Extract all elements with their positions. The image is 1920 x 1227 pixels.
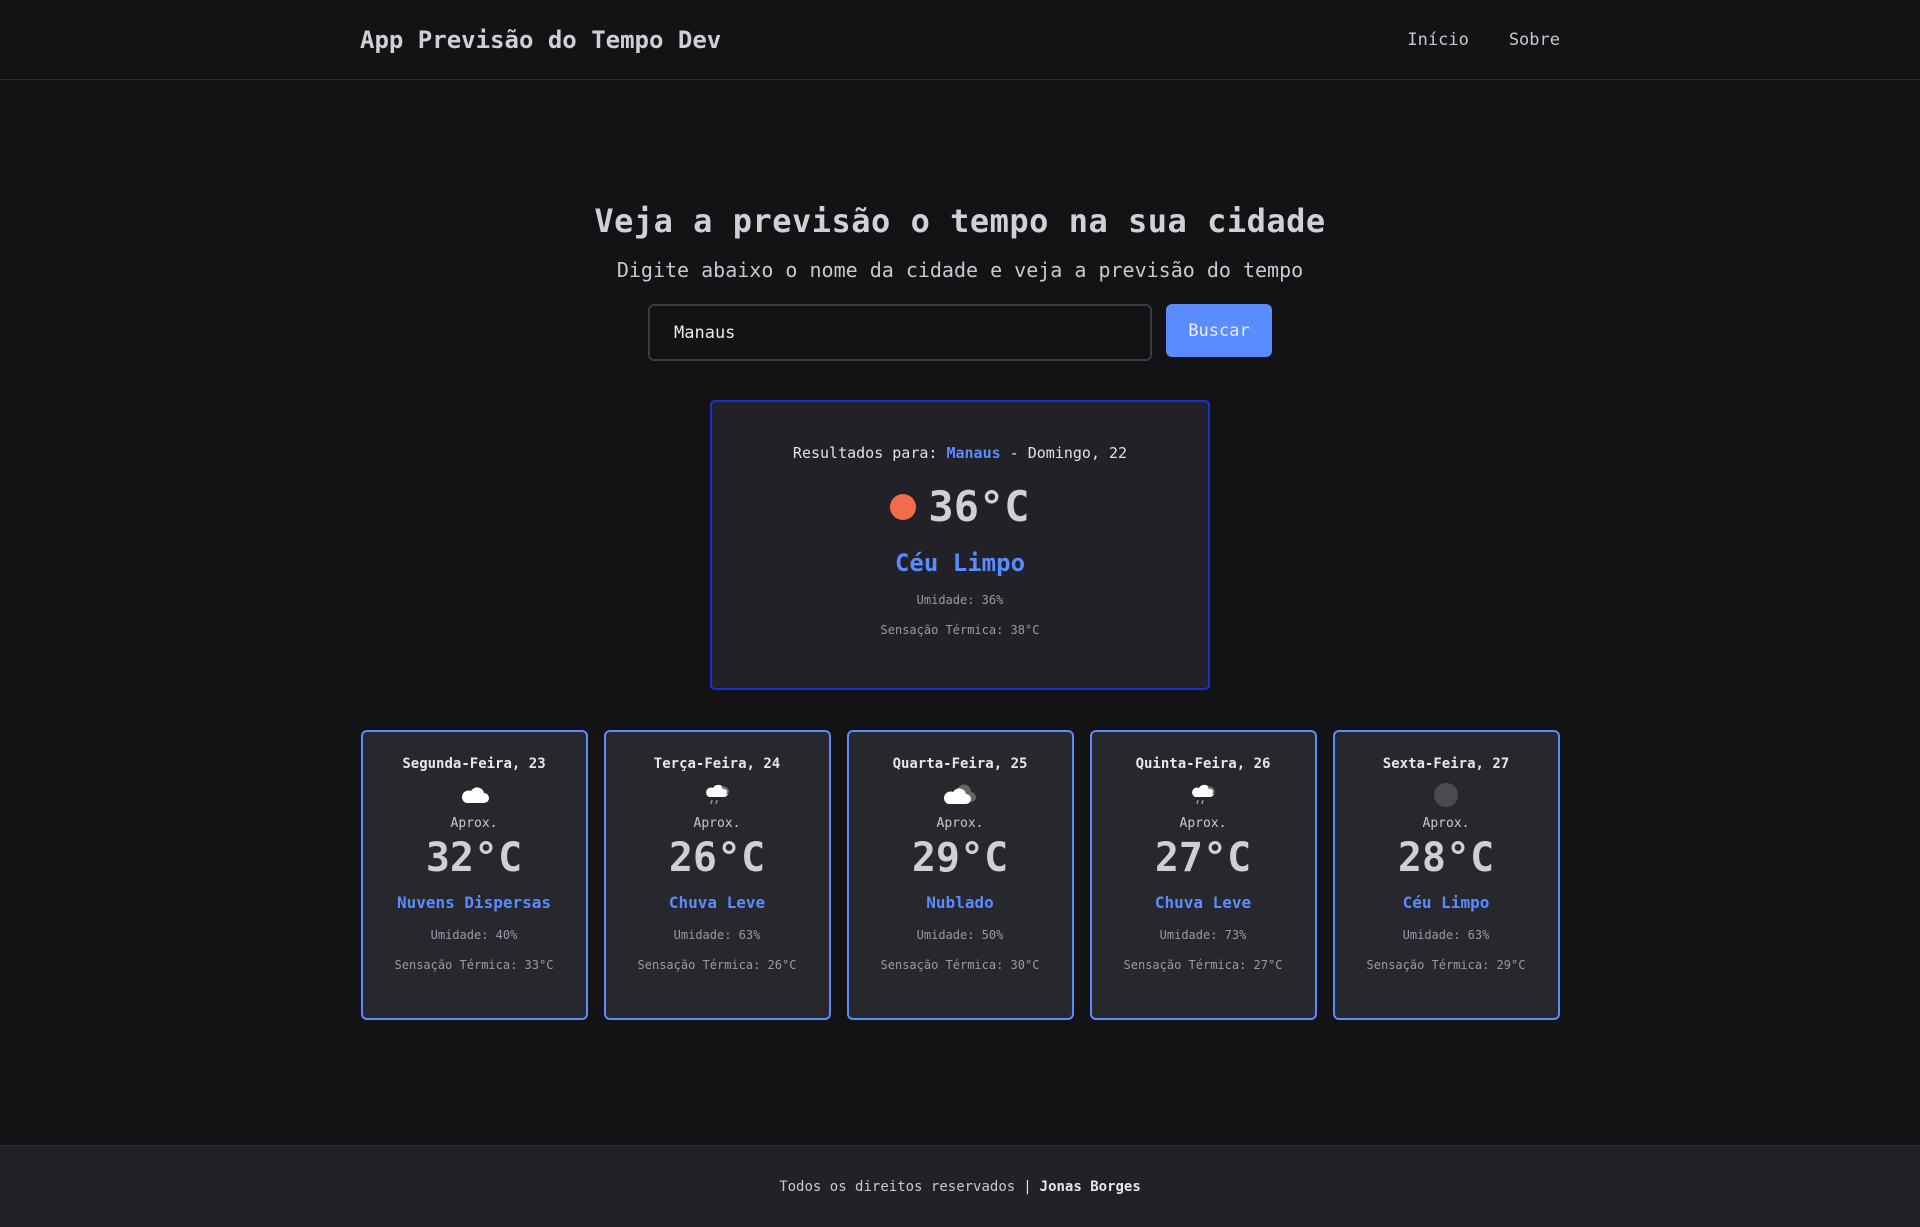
nav-link-sobre[interactable]: Sobre <box>1509 30 1560 50</box>
forecast-aprox-label: Aprox. <box>936 816 984 831</box>
forecast-condition: Chuva Leve <box>668 893 766 912</box>
forecast-humidity: Umidade: 50% <box>916 928 1004 942</box>
page-footer: Todos os direitos reservados | Jonas Bor… <box>0 1145 1920 1227</box>
main-nav: Início Sobre <box>1407 30 1560 50</box>
forecast-list: Segunda-Feira, 23 Aprox. 32°C Nuvens Dis… <box>360 730 1560 1020</box>
forecast-humidity: Umidade: 40% <box>430 928 518 942</box>
forecast-card: Quarta-Feira, 25 Aprox. 29°C Nublado Umi… <box>846 730 1074 1020</box>
current-weather-card: Resultados para: Manaus - Domingo, 22 36… <box>710 400 1210 690</box>
forecast-condition: Nuvens Dispersas <box>396 893 552 912</box>
forecast-day: Terça-Feira, 24 <box>653 756 781 772</box>
forecast-humidity: Umidade: 63% <box>673 928 761 942</box>
forecast-day: Quinta-Feira, 26 <box>1135 756 1271 772</box>
forecast-day: Quarta-Feira, 25 <box>892 756 1028 772</box>
forecast-card: Quinta-Feira, 26 Aprox. 27°C Chuva Leve … <box>1089 730 1317 1020</box>
forecast-day: Sexta-Feira, 27 <box>1382 756 1510 772</box>
page-title: Veja a previsão o tempo na sua cidade <box>594 202 1326 240</box>
forecast-aprox-label: Aprox. <box>1422 816 1470 831</box>
current-temp-row: 36°C <box>890 482 1030 531</box>
search-button[interactable]: Buscar <box>1166 304 1272 357</box>
page-subtitle: Digite abaixo o nome da cidade e veja a … <box>616 258 1304 282</box>
footer-copyright: Todos os direitos reservados <box>779 1178 1016 1195</box>
result-line: Resultados para: Manaus - Domingo, 22 <box>793 444 1127 462</box>
forecast-feels-like: Sensação Térmica: 30°C <box>880 958 1040 972</box>
forecast-card: Sexta-Feira, 27 Aprox. 28°C Céu Limpo Um… <box>1332 730 1560 1020</box>
forecast-aprox-label: Aprox. <box>1179 816 1227 831</box>
forecast-temp: 27°C <box>1154 835 1252 881</box>
overcast-cloud-icon <box>942 782 978 808</box>
sun-icon <box>890 493 917 520</box>
result-date: - Domingo, 22 <box>1009 444 1128 462</box>
current-feels-like: Sensação Térmica: 38°C <box>880 623 1040 637</box>
forecast-humidity: Umidade: 63% <box>1402 928 1490 942</box>
footer-author: Jonas Borges <box>1039 1178 1141 1195</box>
forecast-aprox-label: Aprox. <box>450 816 498 831</box>
rain-cloud-icon <box>1189 782 1217 808</box>
nav-link-inicio[interactable]: Início <box>1407 30 1468 50</box>
moon-icon <box>1434 783 1458 807</box>
current-humidity: Umidade: 36% <box>916 593 1004 607</box>
main-content: Veja a previsão o tempo na sua cidade Di… <box>0 80 1920 1020</box>
result-prefix: Resultados para: <box>792 444 938 462</box>
forecast-feels-like: Sensação Térmica: 33°C <box>394 958 554 972</box>
forecast-temp: 28°C <box>1397 835 1495 881</box>
forecast-feels-like: Sensação Térmica: 26°C <box>637 958 797 972</box>
forecast-day: Segunda-Feira, 23 <box>402 756 546 772</box>
forecast-condition: Céu Limpo <box>1402 893 1490 912</box>
forecast-condition: Nublado <box>926 893 994 912</box>
forecast-feels-like: Sensação Térmica: 29°C <box>1366 958 1526 972</box>
forecast-aprox-label: Aprox. <box>693 816 741 831</box>
forecast-card: Segunda-Feira, 23 Aprox. 32°C Nuvens Dis… <box>360 730 588 1020</box>
cloud-icon <box>458 782 490 808</box>
forecast-feels-like: Sensação Térmica: 27°C <box>1123 958 1283 972</box>
city-search-input[interactable] <box>648 304 1152 361</box>
app-brand[interactable]: App Previsão do Tempo Dev <box>360 26 721 54</box>
search-form: Buscar <box>648 304 1272 361</box>
forecast-temp: 26°C <box>668 835 766 881</box>
forecast-temp: 29°C <box>911 835 1009 881</box>
current-temp: 36°C <box>928 482 1030 531</box>
result-city: Manaus <box>946 444 1001 462</box>
current-condition: Céu Limpo <box>894 549 1026 577</box>
forecast-condition: Chuva Leve <box>1154 893 1252 912</box>
top-navbar: App Previsão do Tempo Dev Início Sobre <box>0 0 1920 80</box>
footer-separator: | <box>1023 1178 1032 1195</box>
forecast-card: Terça-Feira, 24 Aprox. 26°C Chuva Leve U… <box>603 730 831 1020</box>
clear-night-icon <box>1434 782 1458 808</box>
forecast-temp: 32°C <box>425 835 523 881</box>
rain-cloud-icon <box>703 782 731 808</box>
forecast-humidity: Umidade: 73% <box>1159 928 1247 942</box>
